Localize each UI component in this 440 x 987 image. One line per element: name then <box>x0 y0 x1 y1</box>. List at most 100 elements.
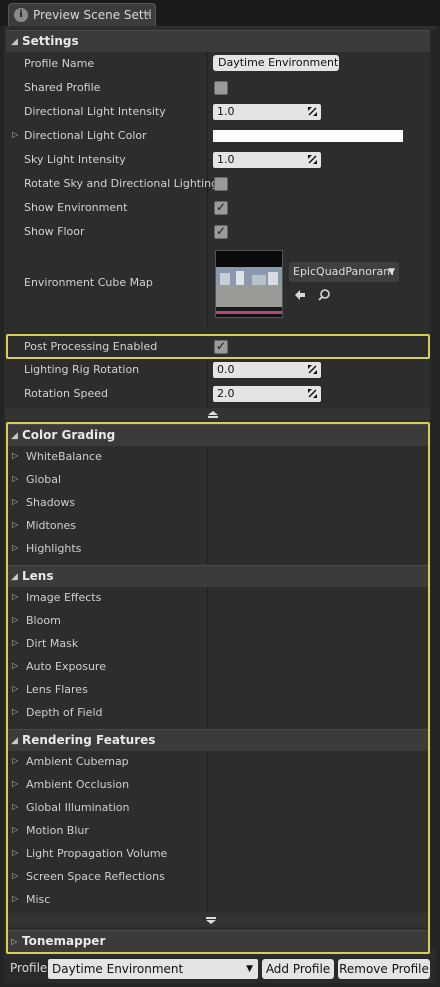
post-processing-checkbox[interactable]: ✓ <box>214 339 228 354</box>
search-icon[interactable] <box>317 288 331 302</box>
sky-light-intensity-field[interactable]: 1.0 <box>213 152 321 168</box>
rendering-features-header[interactable]: ◢ Rendering Features <box>8 729 428 751</box>
expand-arrow-icon: ▷ <box>12 661 19 670</box>
row-shared-profile: Shared Profile <box>6 76 430 100</box>
spinner-icon[interactable] <box>307 364 318 375</box>
settings-header-title: Settings <box>22 34 79 48</box>
tab-bar: i Preview Scene Setti ✕ <box>0 0 440 26</box>
profile-name-label: Profile Name <box>24 57 95 70</box>
rendering-features-item-label: Light Propagation Volume <box>26 847 168 860</box>
environment-cube-map-label: Environment Cube Map <box>24 276 153 289</box>
color-grading-item[interactable]: ▷ Shadows <box>8 492 428 515</box>
show-environment-checkbox[interactable]: ✓ <box>214 200 228 215</box>
advanced-splitter[interactable] <box>8 913 428 927</box>
rendering-features-item-label: Motion Blur <box>26 824 89 837</box>
tonemapper-title: Tonemapper <box>22 934 106 948</box>
lens-header[interactable]: ◢ Lens <box>8 565 428 587</box>
color-grading-item-label: Global <box>26 473 62 486</box>
directional-light-color-swatch[interactable] <box>213 130 403 142</box>
color-grading-item-label: Shadows <box>26 496 76 509</box>
expand-arrow-icon: ▷ <box>12 497 19 506</box>
add-profile-button[interactable]: Add Profile <box>262 959 334 979</box>
color-grading-item-label: Midtones <box>26 519 77 532</box>
rotation-speed-field[interactable]: 2.0 <box>213 386 321 402</box>
expand-arrow-icon[interactable]: ▷ <box>12 130 18 139</box>
scrollbar-track[interactable] <box>430 30 436 950</box>
color-grading-item[interactable]: ▷ Global <box>8 469 428 492</box>
rendering-features-item[interactable]: ▷ Misc <box>8 889 428 912</box>
rendering-features-item[interactable]: ▷ Global Illumination <box>8 797 428 820</box>
spinner-icon[interactable] <box>307 154 318 165</box>
rendering-features-item-label: Misc <box>26 893 51 906</box>
expand-arrow-icon: ▷ <box>12 894 19 903</box>
color-grading-item-label: Highlights <box>26 542 82 555</box>
post-processing-label: Post Processing Enabled <box>24 340 158 353</box>
row-profile-name: Profile Name Daytime Environment <box>6 52 430 76</box>
lens-item-label: Dirt Mask <box>26 637 79 650</box>
color-grading-item[interactable]: ▷ WhiteBalance <box>8 446 428 469</box>
rendering-features-item[interactable]: ▷ Ambient Cubemap <box>8 751 428 774</box>
expand-arrow-icon: ▷ <box>12 451 19 460</box>
advanced-splitter[interactable] <box>6 408 430 420</box>
show-floor-checkbox[interactable]: ✓ <box>214 224 228 239</box>
checkmark-icon: ✓ <box>216 200 227 214</box>
lens-item[interactable]: ▷ Lens Flares <box>8 679 428 702</box>
lens-item[interactable]: ▷ Auto Exposure <box>8 656 428 679</box>
lens-item[interactable]: ▷ Dirt Mask <box>8 633 428 656</box>
sky-light-intensity-value: 1.0 <box>217 153 235 166</box>
lighting-rig-rotation-value: 0.0 <box>217 363 235 376</box>
cube-map-asset-dropdown[interactable]: EpicQuadPanoram ▼ <box>289 262 399 282</box>
profile-dropdown[interactable]: Daytime Environment ▼ <box>48 959 258 979</box>
panorama-preview-image <box>216 251 282 314</box>
rotate-sky-checkbox[interactable] <box>214 177 228 191</box>
rotation-speed-label: Rotation Speed <box>24 387 108 400</box>
arrow-left-icon[interactable] <box>293 288 307 302</box>
tonemapper-header[interactable]: ▷ Tonemapper <box>8 930 428 952</box>
collapse-arrow-icon: ◢ <box>11 37 18 47</box>
dropdown-icon: ▼ <box>246 964 253 974</box>
rotation-speed-value: 2.0 <box>217 387 235 400</box>
rendering-features-item[interactable]: ▷ Ambient Occlusion <box>8 774 428 797</box>
spinner-icon[interactable] <box>307 106 318 117</box>
color-grading-title: Color Grading <box>22 428 116 442</box>
row-sky-light-intensity: Sky Light Intensity 1.0 <box>6 148 430 172</box>
lens-item-label: Depth of Field <box>26 706 103 719</box>
rendering-features-item-label: Screen Space Reflections <box>26 870 165 883</box>
color-grading-item-label: WhiteBalance <box>26 450 102 463</box>
lens-item-label: Auto Exposure <box>26 660 106 673</box>
tab-preview-scene-settings[interactable]: i Preview Scene Setti ✕ <box>8 3 156 26</box>
rendering-features-item-label: Ambient Cubemap <box>26 755 129 768</box>
color-grading-header[interactable]: ◢ Color Grading <box>8 424 428 446</box>
profile-name-field[interactable]: Daytime Environment <box>213 55 339 71</box>
sky-light-intensity-label: Sky Light Intensity <box>24 153 126 166</box>
cube-map-asset-name: EpicQuadPanoram <box>293 265 394 278</box>
rendering-features-item[interactable]: ▷ Light Propagation Volume <box>8 843 428 866</box>
lens-item[interactable]: ▷ Image Effects <box>8 587 428 610</box>
cube-map-thumbnail[interactable] <box>215 250 283 318</box>
color-grading-item[interactable]: ▷ Highlights <box>8 538 428 561</box>
rendering-features-item[interactable]: ▷ Motion Blur <box>8 820 428 843</box>
settings-category-header[interactable]: ◢ Settings <box>6 30 430 52</box>
expand-arrow-icon: ▷ <box>12 474 19 483</box>
directional-light-intensity-field[interactable]: 1.0 <box>213 104 321 120</box>
directional-light-intensity-label: Directional Light Intensity <box>24 105 166 118</box>
color-grading-item[interactable]: ▷ Midtones <box>8 515 428 538</box>
collapse-arrow-icon: ◢ <box>11 736 18 746</box>
lighting-rig-rotation-field[interactable]: 0.0 <box>213 362 321 378</box>
lens-item[interactable]: ▷ Depth of Field <box>8 702 428 725</box>
row-directional-light-intensity: Directional Light Intensity 1.0 <box>6 100 430 124</box>
collapse-arrow-icon: ◢ <box>11 572 18 582</box>
rendering-features-item[interactable]: ▷ Screen Space Reflections <box>8 866 428 889</box>
expand-arrow-icon: ▷ <box>11 937 18 946</box>
lighting-rig-rotation-label: Lighting Rig Rotation <box>24 363 140 376</box>
remove-profile-button[interactable]: Remove Profile <box>338 959 430 979</box>
spinner-icon[interactable] <box>307 388 318 399</box>
lens-title: Lens <box>22 569 54 583</box>
expand-arrow-icon: ▷ <box>12 592 19 601</box>
profile-bar: Profile Daytime Environment ▼ Add Profil… <box>4 957 436 983</box>
lens-item[interactable]: ▷ Bloom <box>8 610 428 633</box>
checkmark-icon: ✓ <box>216 224 227 238</box>
shared-profile-label: Shared Profile <box>24 81 101 94</box>
close-icon[interactable]: ✕ <box>143 8 152 21</box>
shared-profile-checkbox[interactable] <box>214 81 228 95</box>
